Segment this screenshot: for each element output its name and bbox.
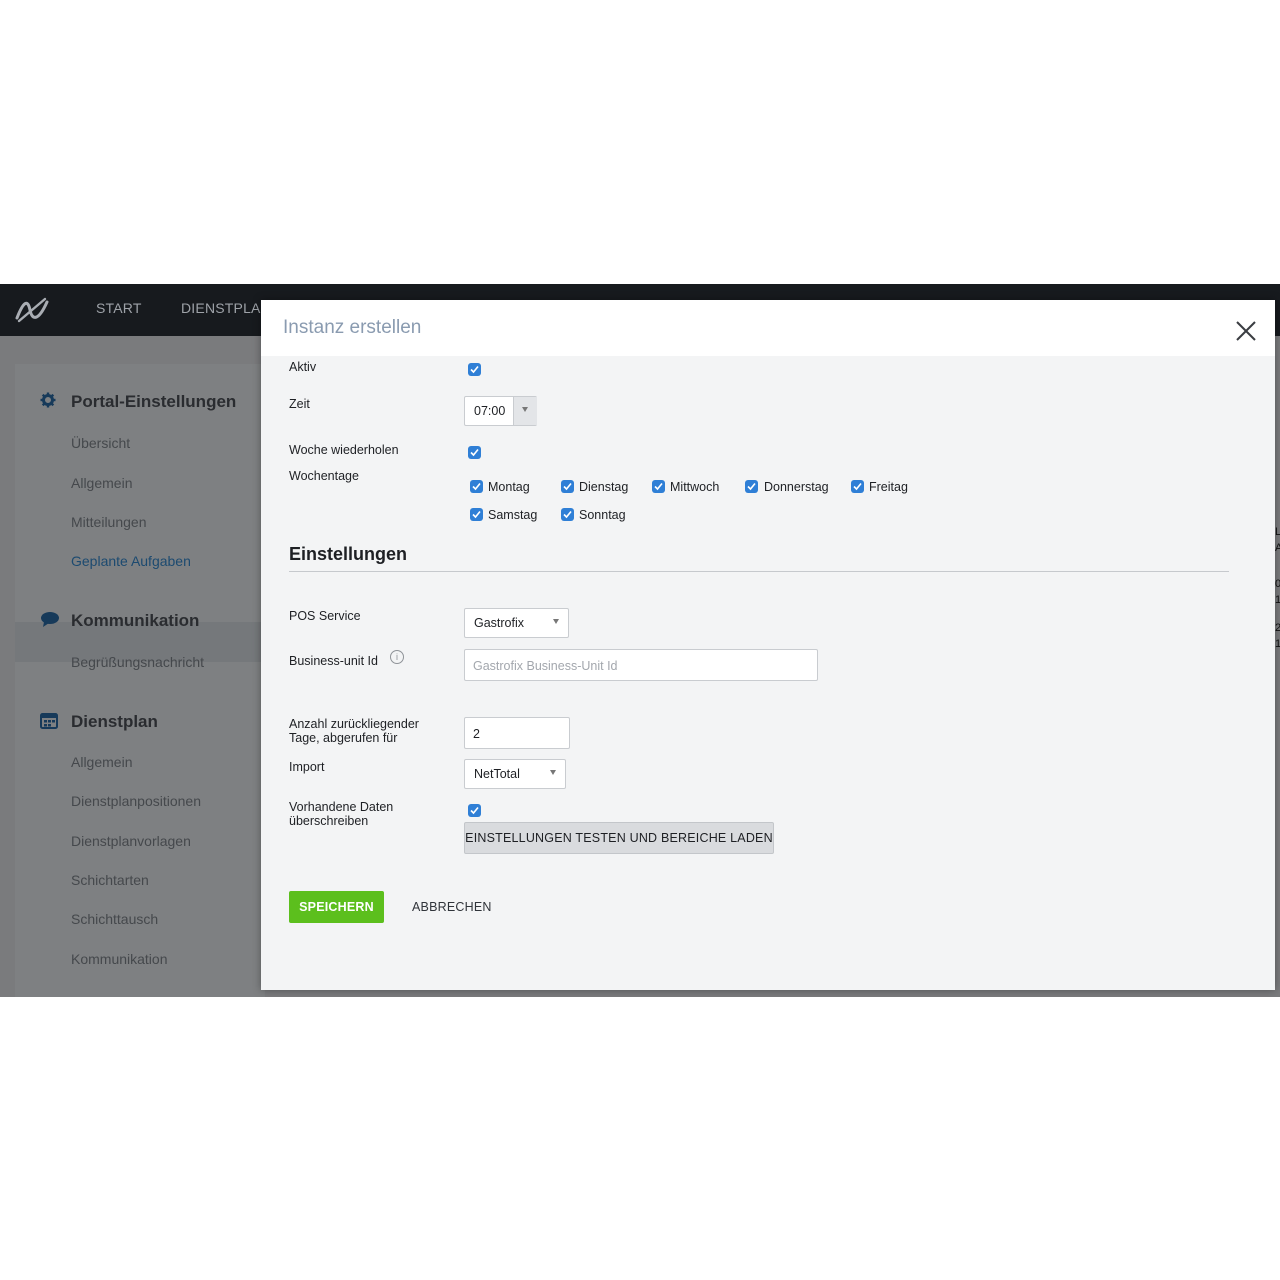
sidebar-item-allgemein[interactable]: Allgemein: [71, 475, 132, 491]
aktiv-checkbox[interactable]: [468, 363, 481, 376]
time-select[interactable]: 07:00: [464, 396, 537, 426]
aktiv-label: Aktiv: [289, 360, 317, 374]
days-back-label-line1: Anzahl zurückliegender: [289, 717, 419, 731]
day-label-freitag: Freitag: [869, 480, 908, 494]
day-label-mittwoch: Mittwoch: [670, 480, 720, 494]
app-logo-icon[interactable]: [14, 296, 50, 324]
day-checkbox-mittwoch[interactable]: [652, 480, 665, 493]
sidebar-item-schichtarten[interactable]: Schichtarten: [71, 872, 149, 888]
business-unit-placeholder: Gastrofix Business-Unit Id: [473, 659, 618, 673]
settings-section-title: Einstellungen: [289, 544, 408, 564]
day-checkbox-samstag[interactable]: [470, 508, 483, 521]
test-settings-button[interactable]: EINSTELLUNGEN TESTEN UND BEREICHE LADEN: [464, 822, 774, 854]
time-dropdown-toggle[interactable]: [513, 397, 537, 425]
speech-bubble-icon: [41, 612, 59, 627]
settings-sidebar: Portal-Einstellungen Übersicht Allgemein…: [15, 364, 265, 997]
sidebar-item-dienstplanvorlagen[interactable]: Dienstplanvorlagen: [71, 833, 191, 849]
edge-char: A: [1275, 542, 1280, 554]
day-checkbox-dienstag[interactable]: [561, 480, 574, 493]
chevron-down-icon: [553, 619, 559, 624]
overwrite-checkbox[interactable]: [468, 804, 481, 817]
sidebar-item-mitteilungen[interactable]: Mitteilungen: [71, 514, 147, 530]
import-label: Import: [289, 760, 325, 774]
edge-char: L: [1275, 526, 1280, 538]
import-value: NetTotal: [474, 767, 520, 781]
pos-service-value: Gastrofix: [474, 616, 525, 630]
edge-char: 1: [1275, 594, 1280, 606]
gear-icon: [40, 392, 56, 408]
sidebar-item-begruessungsnachricht[interactable]: Begrüßungsnachricht: [71, 654, 204, 670]
section-portal-einstellungen: Portal-Einstellungen: [71, 392, 237, 411]
dialog-header: Instanz erstellen: [261, 300, 1275, 356]
woche-label: Woche wiederholen: [289, 443, 399, 457]
section-dienstplan: Dienstplan: [71, 712, 158, 731]
edge-char: 0: [1275, 578, 1280, 590]
business-unit-label: Business-unit Id: [289, 654, 378, 668]
day-label-samstag: Samstag: [488, 508, 538, 522]
day-label-dienstag: Dienstag: [579, 480, 629, 494]
sidebar-item-dp-allgemein[interactable]: Allgemein: [71, 754, 132, 770]
nav-dienstplan[interactable]: DIENSTPLAN: [181, 300, 271, 316]
create-instance-dialog: Instanz erstellen Aktiv Zeit 07:00 Woche…: [261, 300, 1275, 990]
day-checkbox-donnerstag[interactable]: [745, 480, 758, 493]
day-checkbox-freitag[interactable]: [851, 480, 864, 493]
pos-service-label: POS Service: [289, 609, 361, 623]
chevron-down-icon: [522, 407, 528, 412]
save-button[interactable]: SPEICHERN: [289, 891, 384, 923]
edge-char: 2: [1275, 622, 1280, 634]
close-icon[interactable]: [1233, 318, 1259, 344]
wochentage-label: Wochentage: [289, 469, 359, 483]
sidebar-item-dienstplanpositionen[interactable]: Dienstplanpositionen: [71, 793, 201, 809]
day-checkbox-sonntag[interactable]: [561, 508, 574, 521]
import-select[interactable]: NetTotal: [464, 759, 566, 789]
info-icon[interactable]: i: [390, 650, 404, 664]
zeit-label: Zeit: [289, 397, 310, 411]
cancel-button[interactable]: ABBRECHEN: [412, 900, 492, 914]
chevron-down-icon: [550, 770, 556, 775]
woche-checkbox[interactable]: [468, 446, 481, 459]
sidebar-item-kommunikation[interactable]: Kommunikation: [71, 951, 168, 967]
sidebar-item-schichttausch[interactable]: Schichttausch: [71, 911, 158, 927]
business-unit-input[interactable]: Gastrofix Business-Unit Id: [464, 649, 818, 681]
days-back-label-line2: Tage, abgerufen für: [289, 731, 398, 745]
day-checkbox-montag[interactable]: [470, 480, 483, 493]
overwrite-label-line2: überschreiben: [289, 814, 369, 828]
pos-service-select[interactable]: Gastrofix: [464, 608, 569, 638]
edge-char: 1: [1275, 638, 1280, 650]
days-back-value: 2: [473, 727, 480, 741]
sidebar-item-geplante-aufgaben[interactable]: Geplante Aufgaben: [71, 553, 191, 569]
dialog-title: Instanz erstellen: [283, 317, 422, 338]
day-label-donnerstag: Donnerstag: [764, 480, 829, 494]
day-label-sonntag: Sonntag: [579, 508, 626, 522]
nav-start[interactable]: START: [96, 300, 142, 316]
section-divider: [289, 571, 1229, 572]
days-back-input[interactable]: 2: [464, 717, 570, 749]
calendar-icon: [40, 713, 58, 729]
section-kommunikation: Kommunikation: [71, 611, 200, 630]
sidebar-item-uebersicht[interactable]: Übersicht: [71, 435, 130, 451]
time-value: 07:00: [474, 404, 506, 418]
overwrite-label-line1: Vorhandene Daten: [289, 800, 394, 814]
day-label-montag: Montag: [488, 480, 530, 494]
app-screenshot: START DIENSTPLAN Portal-Einstellungen Üb…: [0, 284, 1280, 997]
